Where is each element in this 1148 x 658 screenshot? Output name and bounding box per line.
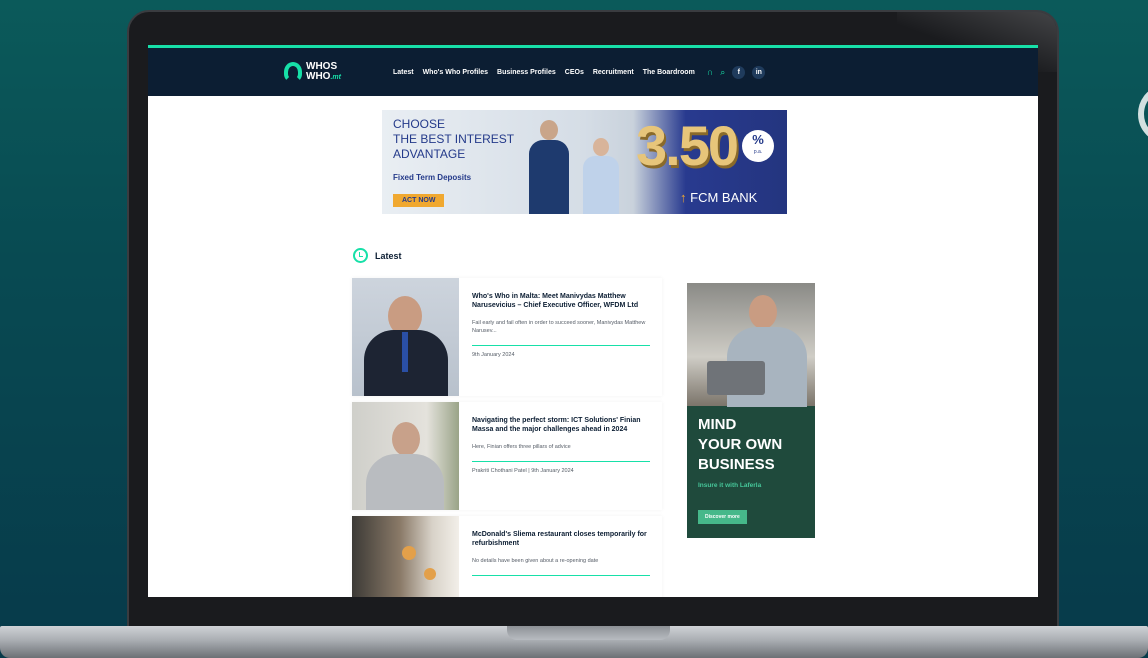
bank-label: FCM BANK <box>690 190 758 205</box>
article-title[interactable]: Who's Who in Malta: Meet Manivydas Matth… <box>472 292 650 310</box>
search-icon[interactable]: ⌕ <box>720 67 725 78</box>
banner-headline: CHOOSE THE BEST INTEREST ADVANTAGE <box>393 117 514 162</box>
banner-rate: 3.50 <box>636 114 739 177</box>
article-body-1: Who's Who in Malta: Meet Manivydas Matth… <box>459 278 662 396</box>
side-ad-headline: MIND YOUR OWN BUSINESS <box>698 415 782 475</box>
article-card-1[interactable]: Who's Who in Malta: Meet Manivydas Matth… <box>352 278 662 396</box>
pct-sub: p.a. <box>753 149 763 155</box>
side-ad-subtitle: Insure it with Laferla <box>698 482 762 489</box>
banner-line2: THE BEST INTEREST <box>393 132 515 146</box>
nav-link-recruitment[interactable]: Recruitment <box>593 69 634 76</box>
side-ad-line2: YOUR OWN <box>698 436 783 453</box>
navbar: WHOS WHO.mt Latest Who's Who Profiles Bu… <box>148 48 1038 96</box>
side-ad[interactable]: MIND YOUR OWN BUSINESS Insure it with La… <box>687 283 815 538</box>
article-card-3[interactable]: McDonald's Sliema restaurant closes temp… <box>352 516 662 597</box>
logo-icon <box>284 62 302 82</box>
nav-links: Latest Who's Who Profiles Business Profi… <box>393 69 695 76</box>
latest-header: Latest <box>353 248 402 263</box>
facebook-icon[interactable]: f <box>732 65 746 79</box>
laptop-notch <box>507 626 670 640</box>
site-logo[interactable]: WHOS WHO.mt <box>284 61 341 83</box>
article-title[interactable]: McDonald's Sliema restaurant closes temp… <box>472 530 650 548</box>
logo-line2: WHO <box>306 70 331 82</box>
banner-line1: CHOOSE <box>393 117 446 131</box>
user-icon[interactable]: ∩ <box>707 67 713 77</box>
article-card-2[interactable]: Navigating the perfect storm: ICT Soluti… <box>352 402 662 510</box>
article-body-2: Navigating the perfect storm: ICT Soluti… <box>459 402 662 510</box>
bank-name: ↑ FCM BANK <box>680 190 758 205</box>
logo-tld: .mt <box>330 73 341 81</box>
nav-icons: ∩ ⌕ f in <box>707 65 766 79</box>
clock-icon <box>353 248 368 263</box>
nav-link-profiles[interactable]: Who's Who Profiles <box>423 69 488 76</box>
banner-photo <box>517 120 637 214</box>
banner-cta-button[interactable]: ACT NOW <box>393 194 445 207</box>
linkedin-icon[interactable]: in <box>752 65 766 79</box>
banner-line3: ADVANTAGE <box>393 147 466 161</box>
side-ad-photo <box>687 283 815 407</box>
article-divider <box>472 345 650 346</box>
article-meta: 9th January 2024 <box>472 352 515 358</box>
article-image-1 <box>352 278 459 396</box>
decorative-ring <box>1138 84 1148 144</box>
banner-subtitle: Fixed Term Deposits <box>393 173 472 182</box>
article-image-2 <box>352 402 459 510</box>
article-divider <box>472 575 650 576</box>
banner-pct-badge: % p.a. <box>742 130 774 162</box>
article-meta: Prakriti Chothani Patel | 9th January 20… <box>472 468 574 474</box>
nav-link-business[interactable]: Business Profiles <box>497 69 556 76</box>
side-ad-line3: BUSINESS <box>698 456 775 473</box>
article-divider <box>472 461 650 462</box>
laptop-screen: WHOS WHO.mt Latest Who's Who Profiles Bu… <box>148 45 1038 597</box>
article-image-3 <box>352 516 459 597</box>
side-ad-cta-button[interactable]: Discover more <box>698 510 747 524</box>
nav-link-latest[interactable]: Latest <box>393 69 414 76</box>
article-excerpt: No details have been given about a re-op… <box>472 558 599 564</box>
side-ad-line1: MIND <box>698 416 737 433</box>
article-body-3: McDonald's Sliema restaurant closes temp… <box>459 516 662 597</box>
logo-text: WHOS WHO.mt <box>306 61 341 83</box>
banner-ad[interactable]: CHOOSE THE BEST INTEREST ADVANTAGE Fixed… <box>382 110 787 214</box>
nav-link-ceos[interactable]: CEOs <box>565 69 584 76</box>
article-title[interactable]: Navigating the perfect storm: ICT Soluti… <box>472 416 650 434</box>
pct-symbol: % <box>752 132 764 147</box>
article-excerpt: Here, Finian offers three pillars of adv… <box>472 444 571 450</box>
nav-link-boardroom[interactable]: The Boardroom <box>643 69 695 76</box>
latest-title: Latest <box>375 250 402 261</box>
article-excerpt: Fail early and fail often in order to su… <box>472 320 646 334</box>
